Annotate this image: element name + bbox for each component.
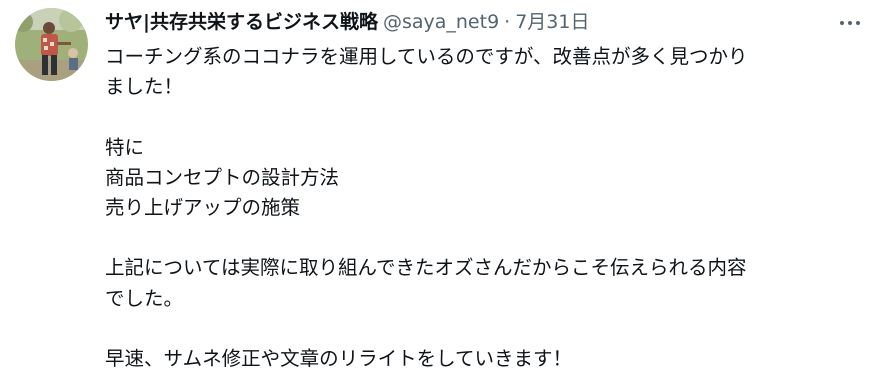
tweet-text-line: 特に <box>105 135 145 159</box>
author-display-name[interactable]: サヤ|共存共栄するビジネス戦略 <box>105 6 378 38</box>
tweet-header: サヤ|共存共栄するビジネス戦略 @saya_net9 · 7月31日 <box>105 6 589 38</box>
tweet-date[interactable]: 7月31日 <box>515 6 589 38</box>
tweet-text-line: ました！ <box>105 75 184 99</box>
more-horizontal-icon <box>838 21 862 25</box>
tweet[interactable]: サヤ|共存共栄するビジネス戦略 @saya_net9 · 7月31日 コーチング… <box>0 0 881 375</box>
tweet-text-line: 商品コンセプトの設計方法 <box>105 165 340 189</box>
tweet-text: コーチング系のココナラを運用しているのですが、改善点が多く見つかり ました！ 特… <box>105 42 865 374</box>
author-handle[interactable]: @saya_net9 <box>383 6 499 38</box>
tweet-text-line: でした。 <box>105 286 184 310</box>
tweet-text-line: コーチング系のココナラを運用しているのですが、改善点が多く見つかり <box>105 45 748 68</box>
avatar[interactable] <box>15 8 88 81</box>
more-options-button[interactable] <box>832 10 868 36</box>
avatar-photo <box>15 8 88 81</box>
tweet-text-line: 早速、サムネ修正や文章のリライトをしていきます！ <box>105 346 573 370</box>
tweet-text-line: 上記については実際に取り組んできたオズさんだからこそ伝えられる内容 <box>105 256 747 280</box>
header-separator: · <box>504 11 511 33</box>
tweet-text-line: 売り上げアップの施策 <box>105 195 301 219</box>
